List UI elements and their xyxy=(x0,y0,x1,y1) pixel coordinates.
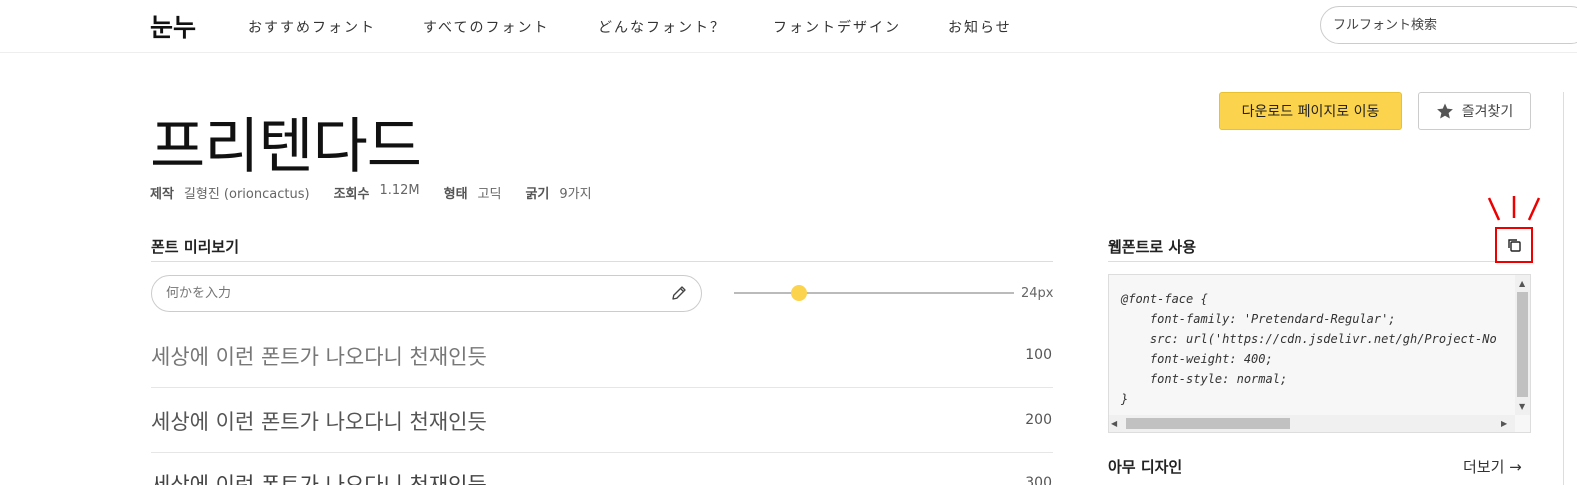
size-slider-track[interactable] xyxy=(734,292,1014,294)
webfont-section-title: 웹폰트로 사용 xyxy=(1108,238,1197,256)
page-scrollbar[interactable] xyxy=(1563,92,1577,485)
nav-recommended-fonts[interactable]: おすすめフォント xyxy=(248,17,376,37)
design-section-title: 아무 디자인 xyxy=(1108,458,1183,476)
size-value: 24px xyxy=(1021,286,1054,301)
meta-label-style: 형태 xyxy=(443,187,468,202)
meta-value-views: 1.12M xyxy=(379,183,420,198)
code-horizontal-scroll-thumb[interactable] xyxy=(1126,418,1290,429)
preview-section-title: 폰트 미리보기 xyxy=(151,238,240,256)
pencil-icon[interactable] xyxy=(670,284,688,302)
sample-text-200: 세상에 이런 폰트가 나오다니 천재인듯 xyxy=(151,410,487,434)
meta-value-weights: 9가지 xyxy=(559,187,592,202)
favorite-label: 즐겨찾기 xyxy=(1461,104,1514,120)
scroll-up-icon[interactable]: ▲ xyxy=(1519,279,1525,288)
search-input[interactable] xyxy=(1320,6,1577,44)
scroll-right-icon[interactable]: ▶ xyxy=(1501,419,1507,428)
more-link[interactable]: 더보기 → xyxy=(1463,456,1522,477)
nav-all-fonts[interactable]: すべてのフォント xyxy=(423,17,549,37)
meta-label-author: 제작 xyxy=(150,187,174,202)
font-title: 프리텐다드 xyxy=(150,112,422,182)
attention-lines-icon xyxy=(1487,196,1541,221)
meta-value-author: 길형진 (orioncactus) xyxy=(183,187,310,202)
sample-weight-300: 300 xyxy=(1025,475,1052,485)
star-icon xyxy=(1436,103,1453,119)
site-logo[interactable]: 눈누 xyxy=(150,8,196,44)
font-meta: 제작 길형진 (orioncactus) 조회수 1.12M 형태 고딕 굵기 … xyxy=(150,183,616,202)
scroll-left-icon[interactable]: ◀ xyxy=(1111,419,1117,428)
meta-value-style: 고딕 xyxy=(477,187,502,202)
sample-text-300: 세상에 이런 폰트가 나오다니 천재인듯 xyxy=(151,473,487,485)
copy-icon xyxy=(1508,239,1521,252)
nav-font-finder[interactable]: どんなフォント？ xyxy=(598,17,726,37)
favorite-button[interactable]: 즐겨찾기 xyxy=(1418,92,1531,130)
sample-weight-100: 100 xyxy=(1025,347,1052,363)
download-page-button[interactable]: 다운로드 페이지로 이동 xyxy=(1219,92,1402,130)
meta-label-weights: 굵기 xyxy=(525,187,550,202)
meta-label-views: 조회수 xyxy=(333,187,370,202)
code-vertical-scroll-thumb[interactable] xyxy=(1517,292,1528,397)
nav-notices[interactable]: お知らせ xyxy=(948,17,1012,37)
preview-divider xyxy=(151,261,1053,262)
sample-divider xyxy=(151,387,1053,388)
sample-weight-200: 200 xyxy=(1025,412,1052,428)
scroll-down-icon[interactable]: ▼ xyxy=(1519,402,1525,411)
preview-text-input[interactable] xyxy=(151,275,702,312)
webfont-divider xyxy=(1108,261,1531,262)
sample-divider xyxy=(151,452,1053,453)
size-slider-thumb[interactable] xyxy=(791,285,807,301)
nav-font-design[interactable]: フォントデザイン xyxy=(773,17,901,37)
sample-text-100: 세상에 이런 폰트가 나오다니 천재인듯 xyxy=(151,345,487,369)
copy-code-button[interactable] xyxy=(1495,227,1533,263)
top-nav: 눈누 おすすめフォント すべてのフォント どんなフォント？ フォントデザイン お… xyxy=(0,0,1577,53)
webfont-css-code: @font-face { font-family: 'Pretendard-Re… xyxy=(1121,292,1497,406)
webfont-code-box[interactable]: @font-face { font-family: 'Pretendard-Re… xyxy=(1108,274,1531,433)
